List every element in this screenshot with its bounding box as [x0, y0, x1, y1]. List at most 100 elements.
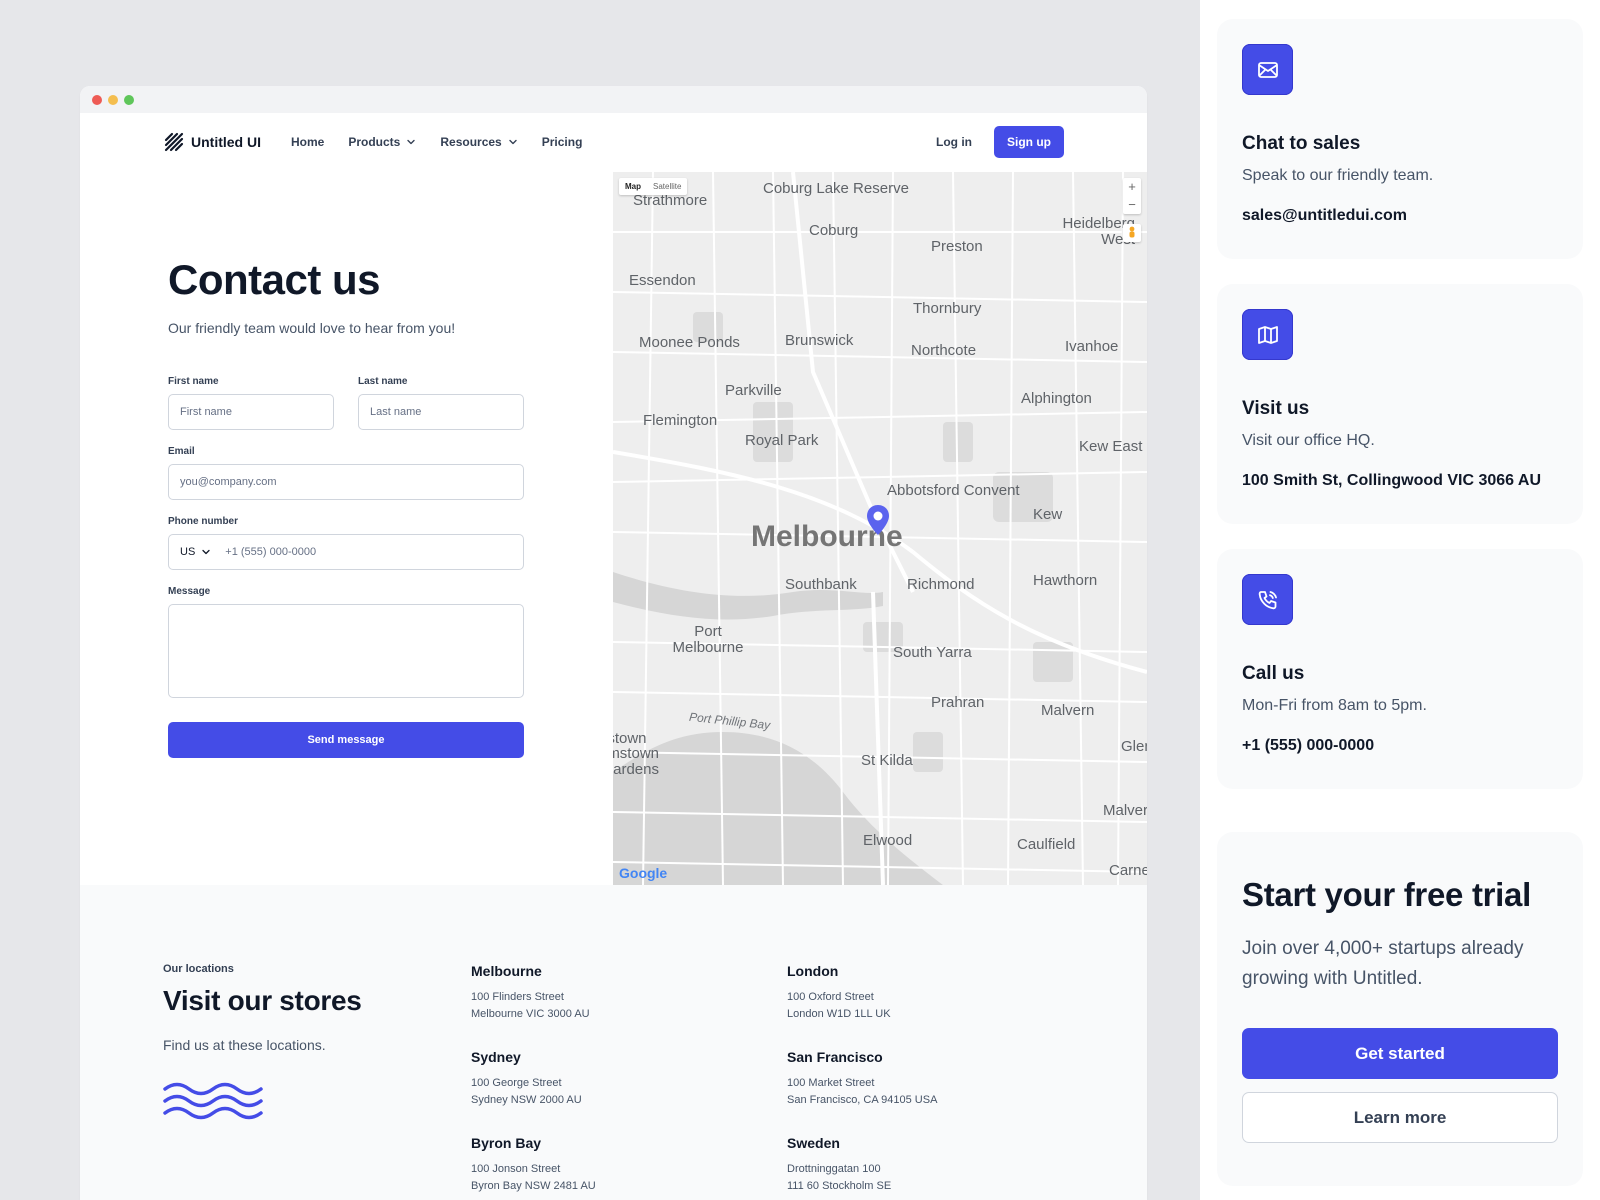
card-title: Call us	[1242, 663, 1305, 684]
card-subtitle: Visit our office HQ.	[1242, 432, 1375, 449]
map-label: Caulfield	[1017, 836, 1076, 853]
map-label: Parkville	[725, 382, 782, 399]
location-item: Melbourne 100 Flinders Street Melbourne …	[471, 963, 771, 1023]
location-city: San Francisco	[787, 1049, 883, 1065]
signup-button[interactable]: Sign up	[994, 126, 1064, 158]
window-chrome	[80, 86, 1147, 113]
location-address-line2: 111 60 Stockholm SE	[787, 1180, 892, 1192]
nav-links: Home Products Resources Pricing	[291, 135, 582, 149]
card-subtitle: Mon-Fri from 8am to 5pm.	[1242, 697, 1427, 714]
nav-products[interactable]: Products	[348, 135, 416, 149]
location-pin-icon[interactable]	[866, 504, 890, 536]
map-label: Carnegie	[1109, 862, 1147, 879]
location-item: Sweden Drottninggatan 100 111 60 Stockho…	[787, 1135, 1087, 1195]
map-label: Alphington	[1021, 390, 1092, 407]
map-label: St Kilda	[861, 752, 913, 769]
last-name-input[interactable]	[358, 394, 524, 430]
phone-number-link[interactable]: +1 (555) 000-0000	[1242, 737, 1558, 755]
nav-resources-label: Resources	[440, 135, 502, 149]
locations-column-2: London 100 Oxford Street London W1D 1LL …	[787, 963, 1087, 1200]
location-address-line1: 100 Flinders Street	[471, 991, 564, 1003]
chat-to-sales-card: Chat to sales Speak to our friendly team…	[1217, 19, 1583, 259]
phone-label: Phone number	[168, 516, 239, 527]
map-view[interactable]: Coburg Lake Reserve Strathmore Coburg Pr…	[613, 172, 1147, 885]
location-item: San Francisco 100 Market Street San Fran…	[787, 1049, 1087, 1109]
maximize-window-dot[interactable]	[124, 94, 134, 105]
map-label: Royal Park	[745, 432, 819, 449]
learn-more-button[interactable]: Learn more	[1242, 1092, 1558, 1143]
street-view-icon[interactable]	[1123, 224, 1141, 242]
mail-icon	[1242, 44, 1293, 95]
location-item: London 100 Oxford Street London W1D 1LL …	[787, 963, 1087, 1023]
first-name-input[interactable]	[168, 394, 334, 430]
map-label: Richmond	[907, 576, 975, 593]
location-city: Sydney	[471, 1049, 521, 1065]
nav-resources[interactable]: Resources	[440, 135, 517, 149]
map-label: Essendon	[629, 272, 696, 289]
close-window-dot[interactable]	[92, 94, 102, 105]
login-button[interactable]: Log in	[936, 135, 972, 149]
location-address-line1: Drottninggatan 100	[787, 1163, 881, 1175]
locations-eyebrow: Our locations	[163, 963, 234, 975]
sales-email-link[interactable]: sales@untitledui.com	[1242, 207, 1558, 225]
location-address-line1: 100 Jonson Street	[471, 1163, 561, 1175]
map-type-toggle: Map Satellite	[619, 178, 688, 195]
locations-section: Our locations Visit our stores Find us a…	[80, 885, 1147, 1200]
contact-options-panel: Chat to sales Speak to our friendly team…	[1200, 0, 1600, 1200]
map-label: Elwood	[863, 832, 913, 849]
map-label: Prahran	[931, 694, 985, 711]
email-input[interactable]	[168, 464, 524, 500]
nav-pricing[interactable]: Pricing	[542, 135, 583, 149]
google-logo: Google	[619, 865, 667, 881]
map-label: Northcote	[911, 342, 977, 359]
page-subtitle: Our friendly team would love to hear fro…	[168, 320, 456, 336]
phone-input[interactable]: +1 (555) 000-0000	[225, 546, 316, 558]
country-code-select[interactable]: US	[180, 546, 211, 558]
brand-logo[interactable]: Untitled UI	[163, 131, 261, 153]
map-label: Coburg Lake Reserve	[763, 180, 909, 197]
map-type-satellite[interactable]: Satellite	[647, 178, 687, 195]
map-label: Williamstown Gardens	[613, 745, 659, 778]
email-label: Email	[168, 446, 195, 457]
phone-icon	[1242, 574, 1293, 625]
locations-subtitle: Find us at these locations.	[163, 1037, 326, 1053]
get-started-button[interactable]: Get started	[1242, 1028, 1558, 1079]
map-label: Glen Iris	[1121, 738, 1147, 755]
map-label: South Yarra	[893, 644, 972, 661]
map-label: Flemington	[643, 412, 718, 429]
map-label: Abbotsford Convent	[887, 482, 1020, 499]
card-subtitle: Speak to our friendly team.	[1242, 167, 1434, 184]
location-address-line2: Melbourne VIC 3000 AU	[471, 1008, 590, 1020]
location-address-line1: 100 Market Street	[787, 1077, 875, 1089]
map-label: Malvern	[1041, 702, 1095, 719]
office-address-link[interactable]: 100 Smith St, Collingwood VIC 3066 AU	[1242, 472, 1558, 490]
map-label: Port Melbourne	[672, 623, 744, 656]
visit-us-card: Visit us Visit our office HQ. 100 Smith …	[1217, 284, 1583, 524]
zoom-in-button[interactable]: +	[1123, 178, 1141, 196]
location-address-line2: San Francisco, CA 94105 USA	[787, 1094, 938, 1106]
map-label: Preston	[931, 238, 983, 255]
locations-title: Visit our stores	[163, 985, 362, 1016]
map-label: Ivanhoe	[1065, 338, 1119, 355]
zoom-controls: + −	[1123, 178, 1141, 214]
location-address-line2: Byron Bay NSW 2481 AU	[471, 1180, 596, 1192]
location-address-line2: London W1D 1LL UK	[787, 1008, 891, 1020]
google-attribution: Google	[619, 865, 668, 881]
zoom-out-button[interactable]: −	[1123, 196, 1141, 214]
minimize-window-dot[interactable]	[108, 94, 118, 105]
card-title: Chat to sales	[1242, 133, 1361, 154]
last-name-label: Last name	[358, 376, 408, 387]
send-message-button[interactable]: Send message	[168, 722, 524, 758]
location-item: Sydney 100 George Street Sydney NSW 2000…	[471, 1049, 771, 1109]
map-label: Kew	[1033, 506, 1063, 523]
nav-home[interactable]: Home	[291, 135, 324, 149]
trial-subtitle: Join over 4,000+ startups already growin…	[1242, 938, 1524, 989]
nav-products-label: Products	[348, 135, 401, 149]
page-title: Contact us	[168, 256, 381, 303]
chevron-down-icon	[407, 139, 416, 145]
chevron-down-icon	[509, 139, 517, 145]
message-textarea[interactable]	[168, 604, 524, 698]
map-type-map[interactable]: Map	[619, 178, 647, 195]
location-address-line1: 100 George Street	[471, 1077, 562, 1089]
first-name-label: First name	[168, 376, 219, 387]
